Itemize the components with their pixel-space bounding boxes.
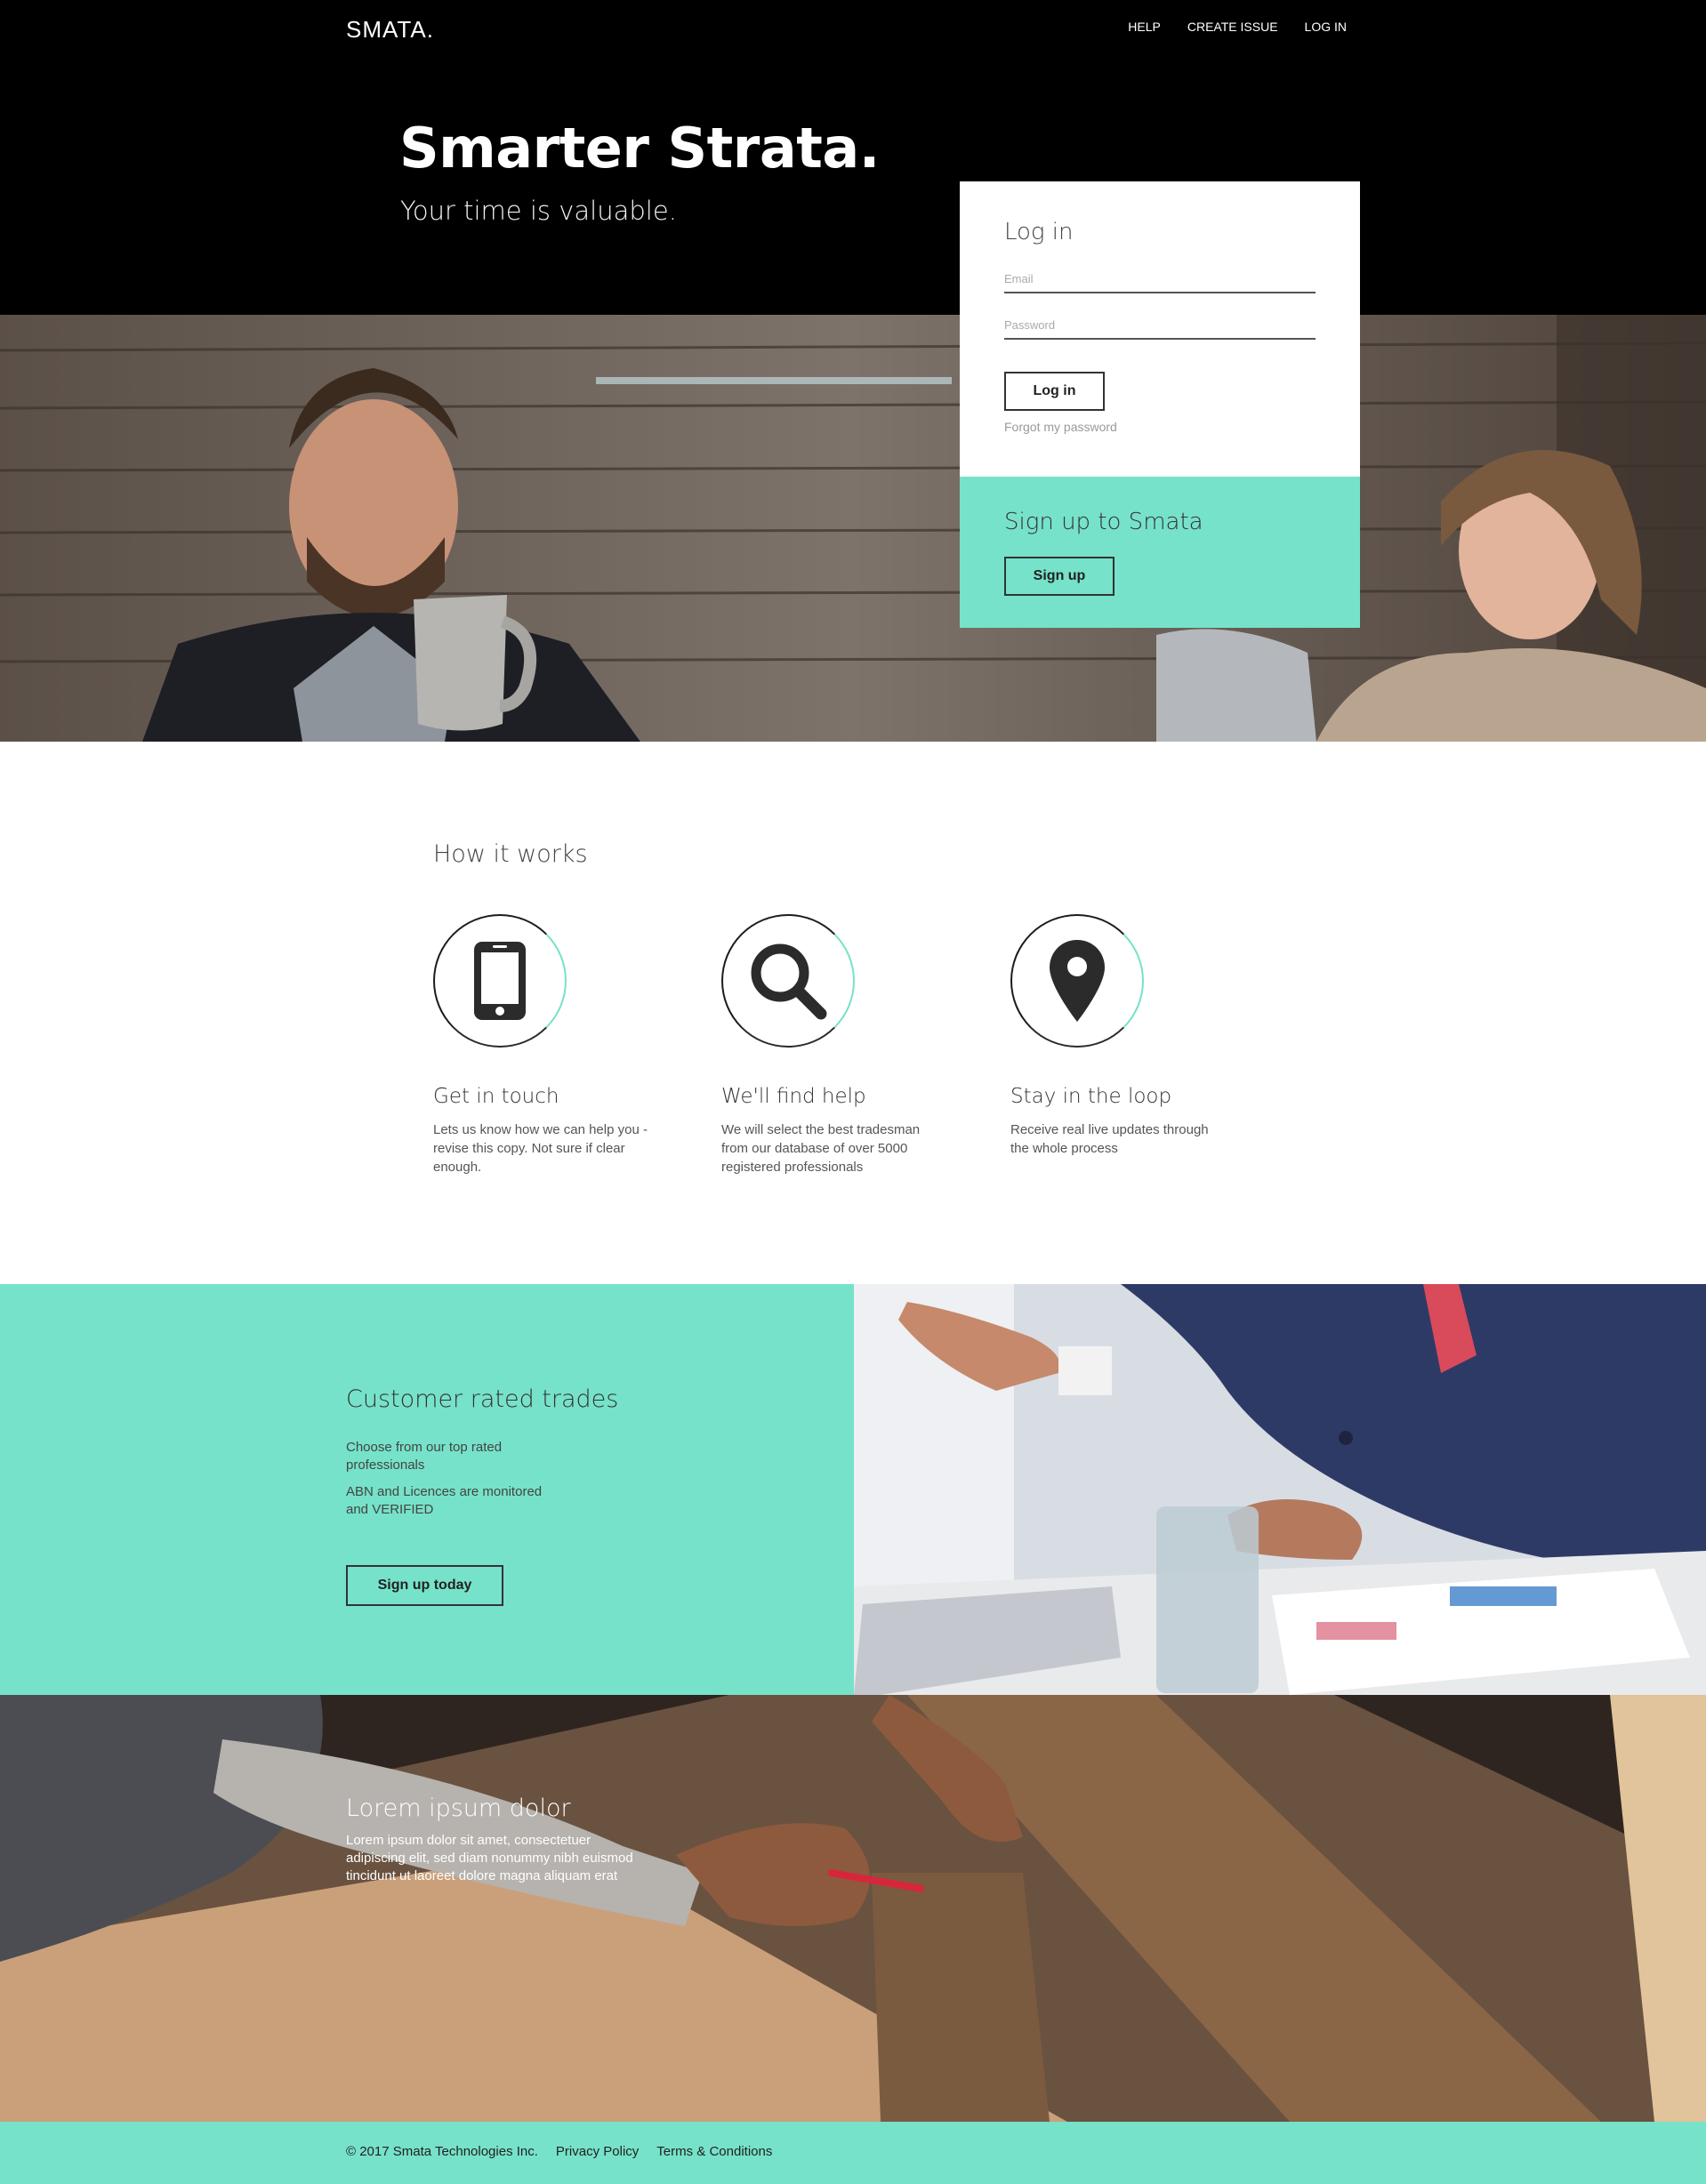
footer: © 2017 Smata Technologies Inc. Privacy P… bbox=[0, 2122, 1706, 2184]
phone-icon bbox=[474, 942, 526, 1020]
signup-today-button[interactable]: Sign up today bbox=[346, 1565, 503, 1606]
email-field-wrapper bbox=[1004, 269, 1316, 293]
nav-create-issue[interactable]: CREATE ISSUE bbox=[1187, 20, 1278, 34]
carpenter-photo bbox=[0, 1695, 1706, 2122]
businessman-photo bbox=[854, 1284, 1706, 1695]
copyright: © 2017 Smata Technologies Inc. bbox=[346, 2144, 538, 2159]
step-title: Get in touch bbox=[433, 1085, 559, 1108]
step-find-help: We'll find help We will select the best … bbox=[721, 914, 944, 1176]
logo[interactable]: SMATA. bbox=[346, 16, 434, 44]
step-text: Receive real live updates through the wh… bbox=[1010, 1122, 1209, 1156]
people-wood-photo bbox=[0, 315, 1706, 742]
email-field[interactable] bbox=[1004, 269, 1316, 285]
how-it-works-title: How it works bbox=[433, 840, 588, 868]
nav-help[interactable]: HELP bbox=[1128, 20, 1161, 34]
password-field[interactable] bbox=[1004, 315, 1316, 332]
terms-link[interactable]: Terms & Conditions bbox=[656, 2144, 772, 2159]
lorem-title: Lorem ipsum dolor bbox=[346, 1795, 571, 1822]
rated-title: Customer rated trades bbox=[346, 1385, 619, 1413]
signup-card: Sign up to Smata Sign up bbox=[960, 477, 1360, 628]
password-field-wrapper bbox=[1004, 315, 1316, 340]
search-icon bbox=[751, 943, 827, 1020]
top-nav: HELP CREATE ISSUE LOG IN bbox=[1128, 20, 1347, 34]
step-title: Stay in the loop bbox=[1010, 1085, 1172, 1108]
forgot-password-link[interactable]: Forgot my password bbox=[1004, 420, 1316, 434]
step-get-in-touch: Get in touch Lets us know how we can hel… bbox=[433, 914, 656, 1176]
hero-photo bbox=[0, 315, 1706, 742]
login-card: Log in Log in Forgot my password bbox=[960, 181, 1360, 477]
hero-banner: SMATA. HELP CREATE ISSUE LOG IN Smarter … bbox=[0, 0, 1706, 315]
office-photo bbox=[854, 1284, 1706, 1695]
login-title: Log in bbox=[1004, 219, 1074, 245]
step-circle bbox=[721, 914, 855, 1048]
map-pin-icon bbox=[1050, 940, 1105, 1022]
lorem-text: Lorem ipsum dolor sit amet, consectetuer… bbox=[346, 1833, 633, 1883]
footer-links: © 2017 Smata Technologies Inc. Privacy P… bbox=[346, 2144, 772, 2159]
step-text: We will select the best tradesman from o… bbox=[721, 1122, 921, 1175]
hero-title: Smarter Strata. bbox=[399, 116, 880, 181]
privacy-policy-link[interactable]: Privacy Policy bbox=[556, 2144, 639, 2159]
step-stay-in-loop: Stay in the loop Receive real live updat… bbox=[1010, 914, 1233, 1158]
login-button[interactable]: Log in bbox=[1004, 372, 1105, 411]
customer-rated-section: Customer rated trades Choose from our to… bbox=[0, 1284, 854, 1695]
signup-title: Sign up to Smata bbox=[1004, 509, 1203, 535]
step-title: We'll find help bbox=[721, 1085, 866, 1108]
signup-button[interactable]: Sign up bbox=[1004, 557, 1115, 596]
rated-point-2: ABN and Licences are monitored and VERIF… bbox=[346, 1484, 543, 1517]
step-circle bbox=[433, 914, 567, 1048]
step-text: Lets us know how we can help you - revis… bbox=[433, 1122, 648, 1175]
wood-photo bbox=[0, 1695, 1706, 2122]
hero-subtitle: Your time is valuable. bbox=[400, 196, 677, 226]
step-circle bbox=[1010, 914, 1144, 1048]
rated-point-1: Choose from our top rated professionals bbox=[346, 1440, 503, 1473]
nav-log-in[interactable]: LOG IN bbox=[1305, 20, 1347, 34]
